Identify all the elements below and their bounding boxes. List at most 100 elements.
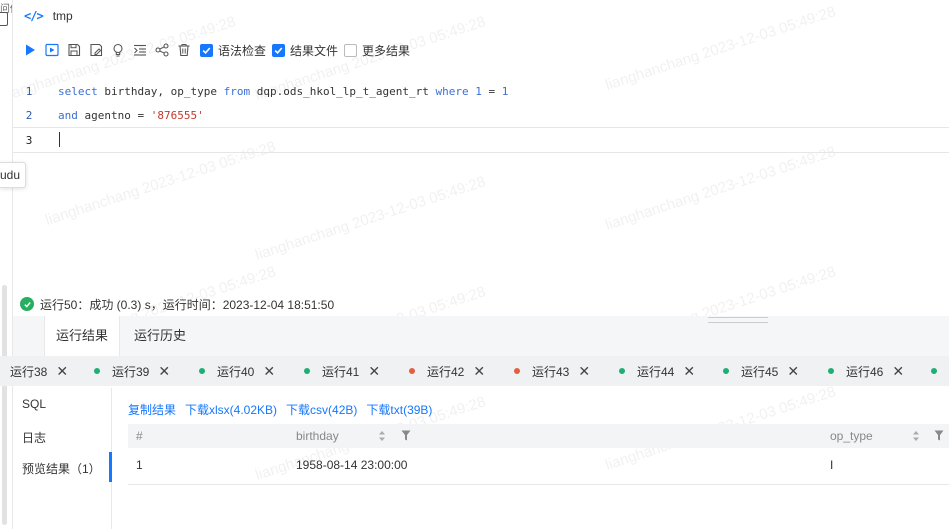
bulb-icon[interactable] bbox=[110, 42, 126, 58]
close-icon[interactable]: ✕ bbox=[56, 363, 68, 380]
side-item-preview[interactable]: 预览结果（1） bbox=[22, 460, 101, 477]
code-token: '876555' bbox=[150, 108, 204, 122]
status-text: 运行50：成功 (0.3) s，运行时间：2023-12-04 18:51:50 bbox=[40, 297, 335, 312]
file-tab[interactable]: </> tmp bbox=[24, 6, 73, 26]
panel-resize-handle[interactable] bbox=[708, 317, 768, 323]
run-selected-icon[interactable] bbox=[44, 42, 60, 58]
run-tag-label: 运行42 bbox=[427, 364, 465, 379]
run-icon[interactable] bbox=[22, 42, 38, 58]
save-icon[interactable] bbox=[66, 42, 82, 58]
checkbox-label: 语法检查 bbox=[218, 43, 267, 58]
sort-icon[interactable] bbox=[912, 428, 920, 444]
result-tabs: 运行结果 运行历史 bbox=[13, 316, 949, 356]
code-text: and agentno = '876555' bbox=[58, 109, 204, 122]
success-dot-icon bbox=[619, 368, 625, 374]
code-line[interactable]: 2 and agentno = '876555' bbox=[13, 103, 949, 127]
code-token: = bbox=[481, 84, 502, 98]
success-dot-icon bbox=[199, 368, 205, 374]
cell-index: 1 bbox=[136, 458, 143, 472]
run-tag-label: 运行45 bbox=[741, 364, 779, 379]
download-xlsx-link[interactable]: 下载xlsx(4.02KB) bbox=[185, 401, 277, 417]
tab-run-history[interactable]: 运行历史 bbox=[125, 316, 195, 356]
error-dot-icon bbox=[409, 368, 415, 374]
sql-editor[interactable]: 1 select birthday, op_type from dqp.ods_h… bbox=[13, 72, 949, 282]
file-tab-name: tmp bbox=[52, 9, 73, 23]
checkbox-unchecked-icon[interactable] bbox=[344, 43, 358, 57]
syntax-check-checkbox[interactable]: 语法检查 bbox=[200, 42, 266, 59]
checkbox-label: 结果文件 bbox=[290, 43, 339, 58]
cell-birthday: 1958-08-14 23:00:00 bbox=[296, 458, 408, 472]
run-tag[interactable]: 运行42 ✕ bbox=[409, 356, 485, 386]
side-item-sql[interactable]: SQL bbox=[22, 397, 46, 411]
run-tag-partial[interactable] bbox=[931, 356, 949, 386]
close-icon[interactable]: ✕ bbox=[158, 363, 170, 380]
checkbox-checked-icon[interactable] bbox=[200, 43, 213, 57]
run-tag[interactable]: 运行39 ✕ bbox=[94, 356, 170, 386]
side-item-log[interactable]: 日志 bbox=[22, 429, 46, 446]
sidebar-scrollbar[interactable] bbox=[2, 285, 7, 525]
code-icon: </> bbox=[24, 9, 44, 23]
run-tag[interactable]: 运行40 ✕ bbox=[199, 356, 275, 386]
code-line[interactable]: 3 bbox=[13, 127, 949, 153]
filter-icon[interactable] bbox=[401, 430, 411, 441]
run-tag-label: 运行46 bbox=[846, 364, 884, 379]
code-token: birthday, op_type bbox=[97, 84, 224, 98]
close-icon[interactable]: ✕ bbox=[683, 363, 695, 380]
run-tag[interactable]: 运行44 ✕ bbox=[619, 356, 695, 386]
success-dot-icon bbox=[931, 368, 937, 374]
code-token: 1 bbox=[475, 84, 482, 98]
result-file-checkbox[interactable]: 结果文件 bbox=[272, 42, 338, 59]
run-tag-label: 运行41 bbox=[322, 364, 360, 379]
sort-icon[interactable] bbox=[378, 428, 386, 444]
tab-run-results[interactable]: 运行结果 bbox=[44, 316, 120, 356]
share-icon[interactable] bbox=[154, 42, 170, 58]
save-as-icon[interactable] bbox=[88, 42, 104, 58]
side-active-indicator bbox=[109, 452, 112, 482]
success-dot-icon bbox=[723, 368, 729, 374]
close-icon[interactable]: ✕ bbox=[368, 363, 380, 380]
editor-toolbar: 语法检查 结果文件 更多结果 bbox=[22, 40, 414, 60]
close-icon[interactable]: ✕ bbox=[473, 363, 485, 380]
close-icon[interactable]: ✕ bbox=[787, 363, 799, 380]
checkbox-checked-icon[interactable] bbox=[272, 43, 286, 57]
table-row[interactable]: 1 1958-08-14 23:00:00 I bbox=[128, 448, 949, 485]
line-number: 1 bbox=[25, 84, 33, 98]
download-txt-link[interactable]: 下载txt(39B) bbox=[366, 401, 432, 417]
run-tag[interactable]: 运行45 ✕ bbox=[723, 356, 799, 386]
run-tag[interactable]: 运行41 ✕ bbox=[304, 356, 380, 386]
close-icon[interactable]: ✕ bbox=[263, 363, 275, 380]
run-tag-label: 运行38 bbox=[10, 364, 48, 379]
column-header-index: # bbox=[136, 429, 143, 443]
trash-icon[interactable] bbox=[176, 42, 192, 58]
run-tag-label: 运行43 bbox=[532, 364, 570, 379]
format-icon[interactable] bbox=[132, 42, 148, 58]
copy-result-link[interactable]: 复制结果 bbox=[128, 401, 176, 417]
code-line[interactable]: 1 select birthday, op_type from dqp.ods_h… bbox=[13, 79, 949, 103]
sidebar-checkbox-fragment[interactable] bbox=[0, 12, 8, 26]
line-number: 3 bbox=[25, 133, 33, 147]
close-icon[interactable]: ✕ bbox=[892, 363, 904, 380]
code-text: select birthday, op_type from dqp.ods_hk… bbox=[58, 85, 508, 98]
more-results-checkbox[interactable]: 更多结果 bbox=[344, 42, 410, 59]
code-token: select bbox=[58, 84, 98, 98]
success-dot-icon bbox=[304, 368, 310, 374]
code-token: dqp.ods_hkol_lp_t_agent_rt bbox=[250, 84, 436, 98]
close-icon[interactable]: ✕ bbox=[578, 363, 590, 380]
cell-op-type: I bbox=[830, 458, 834, 472]
success-dot-icon bbox=[828, 368, 834, 374]
code-token: agentno = bbox=[77, 108, 151, 122]
line-number: 2 bbox=[25, 108, 33, 122]
code-token: 1 bbox=[501, 84, 509, 98]
checkbox-label: 更多结果 bbox=[362, 43, 411, 58]
run-tag-label: 运行39 bbox=[112, 364, 150, 379]
download-csv-link[interactable]: 下载csv(42B) bbox=[286, 401, 357, 417]
text-cursor bbox=[59, 132, 60, 147]
filter-icon[interactable] bbox=[934, 430, 944, 441]
result-grid-header: # birthday op_type bbox=[128, 424, 949, 448]
column-header-birthday[interactable]: birthday bbox=[296, 424, 339, 448]
run-tag[interactable]: 运行38 ✕ bbox=[10, 356, 68, 386]
run-tag[interactable]: 运行46 ✕ bbox=[828, 356, 904, 386]
run-tag[interactable]: 运行43 ✕ bbox=[514, 356, 590, 386]
column-header-op-type[interactable]: op_type bbox=[830, 424, 873, 448]
run-tag-label: 运行44 bbox=[637, 364, 675, 379]
